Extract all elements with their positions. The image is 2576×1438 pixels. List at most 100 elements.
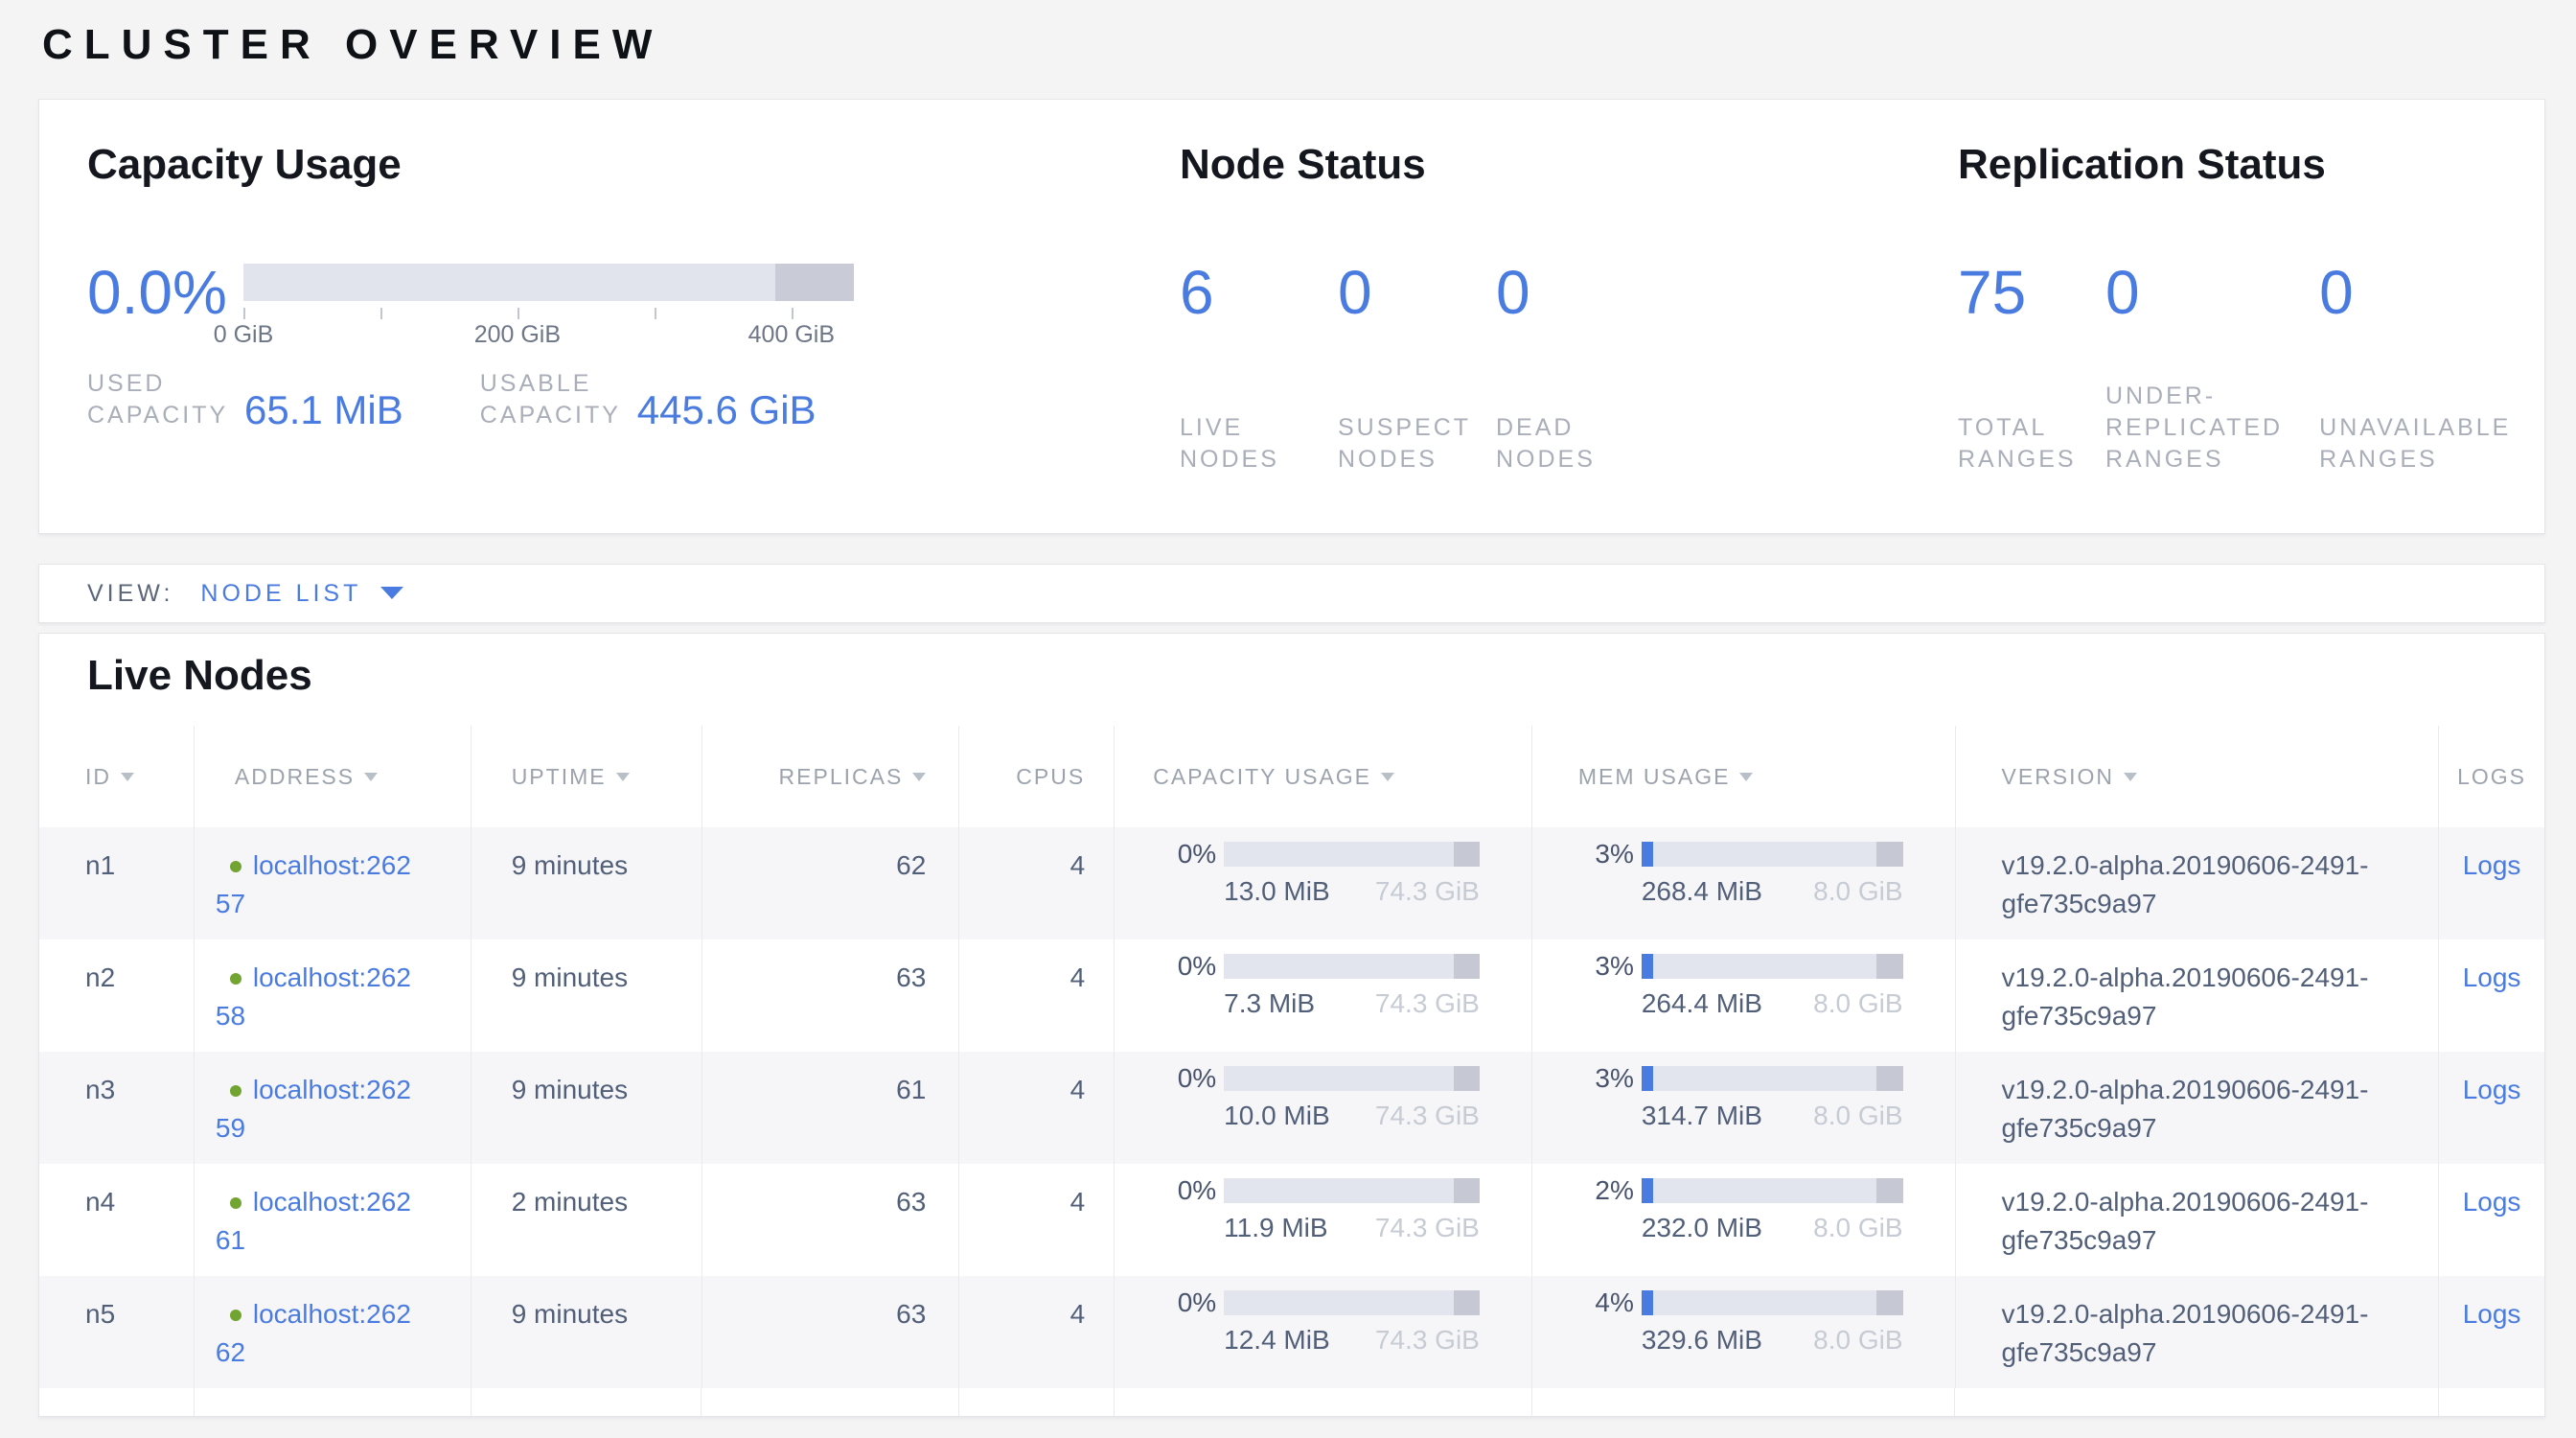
node-address-link[interactable]: localhost:26258 (216, 963, 411, 1031)
cell-uptime: 2 minutes (471, 1164, 702, 1276)
node-status-stats: 6LIVE NODES0SUSPECT NODES0DEAD NODES (1180, 261, 1793, 475)
version-text: v19.2.0-alpha.20190606-2491-gfe735c9a97 (2002, 1071, 2410, 1148)
live-status-dot-icon (230, 1310, 242, 1321)
sort-arrow-icon (2124, 773, 2137, 781)
column-header-label: MEM USAGE (1578, 764, 1731, 790)
logs-link[interactable]: Logs (2463, 1075, 2521, 1104)
table-cell-empty (194, 1388, 471, 1417)
usage-used-value: 232.0 MiB (1642, 1212, 1762, 1244)
node-status-stat: 0SUSPECT NODES (1338, 261, 1496, 475)
capacity-usage-section: Capacity Usage 0.0% 0 GiB200 GiB400 GiB … (87, 142, 1151, 431)
cell-address: localhost:26262 (194, 1276, 471, 1388)
sort-arrow-icon (1739, 773, 1753, 781)
table-cell-empty (471, 1388, 702, 1417)
column-header-uptime[interactable]: UPTIME (471, 726, 702, 827)
node-address-link[interactable]: localhost:26257 (216, 850, 411, 918)
usage-bar (1224, 1066, 1480, 1091)
node-status-stat: 0DEAD NODES (1496, 261, 1707, 475)
usage-used-value: 329.6 MiB (1642, 1324, 1762, 1357)
view-dropdown[interactable]: NODE LIST (200, 580, 403, 608)
cell-uptime: 9 minutes (471, 1052, 702, 1164)
column-header-capacity-usage[interactable]: CAPACITY USAGE (1114, 726, 1531, 827)
column-header-logs: LOGS (2438, 726, 2544, 827)
logs-link[interactable]: Logs (2463, 1187, 2521, 1217)
cell-mem-usage: 4%329.6 MiB8.0 GiB (1531, 1276, 1955, 1388)
usage-percent: 2% (1576, 1177, 1634, 1204)
usage-bar-endcap (1454, 1066, 1480, 1091)
cell-cpus: 4 (958, 939, 1114, 1052)
node-address-link[interactable]: localhost:26262 (216, 1299, 411, 1367)
column-header-version[interactable]: VERSION (1955, 726, 2439, 827)
usage-total-value: 8.0 GiB (1813, 875, 1902, 908)
cell-capacity-usage: 0%7.3 MiB74.3 GiB (1114, 939, 1531, 1052)
live-status-dot-icon (230, 1197, 242, 1209)
usage-bar (1224, 1178, 1480, 1203)
column-header-label: CPUS (1016, 764, 1085, 790)
cell-logs: Logs (2438, 1164, 2544, 1276)
axis-tick (243, 308, 245, 319)
node-address-link[interactable]: localhost:26261 (216, 1187, 411, 1255)
axis-tick (518, 308, 519, 319)
table-cell-empty (701, 1388, 958, 1417)
cell-replicas: 63 (702, 1164, 959, 1276)
column-header-mem-usage[interactable]: MEM USAGE (1531, 726, 1955, 827)
capacity-usage-bar: 0 GiB200 GiB400 GiB (243, 264, 854, 341)
sort-arrow-icon (912, 773, 926, 781)
capacity-details: USED CAPACITY 65.1 MiB USABLE CAPACITY 4… (87, 368, 1151, 431)
replication-stat-label: UNDER-REPLICATED RANGES (2105, 381, 2312, 475)
capacity-bar-endcap (775, 264, 854, 301)
table-cell-empty (2438, 1388, 2544, 1417)
used-capacity-label: USED CAPACITY (87, 368, 231, 431)
cell-uptime: 9 minutes (471, 827, 702, 939)
usage-percent: 0% (1159, 841, 1216, 868)
column-header-label: ID (85, 764, 111, 790)
axis-tick (792, 308, 794, 319)
replication-stat-value: 75 (1958, 261, 2105, 324)
usage-total-value: 74.3 GiB (1375, 1324, 1480, 1357)
cell-cpus: 4 (958, 827, 1114, 939)
table-cell-empty (1114, 1388, 1531, 1417)
usage-percent: 0% (1159, 953, 1216, 980)
usage-bar (1642, 954, 1903, 979)
usage-percent: 0% (1159, 1289, 1216, 1316)
cell-node-id: n1 (39, 827, 194, 939)
column-header-replicas[interactable]: REPLICAS (702, 726, 959, 827)
cell-logs: Logs (2438, 939, 2544, 1052)
table-body: n1localhost:262579 minutes6240%13.0 MiB7… (39, 827, 2544, 1388)
node-status-stat-value: 0 (1496, 261, 1707, 324)
cell-version: v19.2.0-alpha.20190606-2491-gfe735c9a97 (1955, 1052, 2439, 1164)
logs-link[interactable]: Logs (2463, 850, 2521, 880)
table-cell-empty (958, 1388, 1114, 1417)
version-text: v19.2.0-alpha.20190606-2491-gfe735c9a97 (2002, 959, 2410, 1035)
column-header-address[interactable]: ADDRESS (194, 726, 471, 827)
usage-bar-fill (1642, 954, 1653, 979)
usage-total-value: 8.0 GiB (1813, 1212, 1902, 1244)
cell-node-id: n2 (39, 939, 194, 1052)
live-nodes-title: Live Nodes (87, 653, 2544, 699)
axis-tick (655, 308, 656, 319)
logs-link[interactable]: Logs (2463, 1299, 2521, 1329)
table-row: n3localhost:262599 minutes6140%10.0 MiB7… (39, 1052, 2544, 1164)
usage-total-value: 74.3 GiB (1375, 875, 1480, 908)
capacity-usage-title: Capacity Usage (87, 142, 1151, 188)
usage-used-value: 11.9 MiB (1224, 1212, 1327, 1244)
cell-replicas: 62 (702, 827, 959, 939)
version-text: v19.2.0-alpha.20190606-2491-gfe735c9a97 (2002, 847, 2410, 923)
usage-bar-endcap (1454, 1290, 1480, 1315)
cell-address: localhost:26258 (194, 939, 471, 1052)
node-status-stat-label: LIVE NODES (1180, 412, 1304, 475)
logs-link[interactable]: Logs (2463, 963, 2521, 992)
live-nodes-card: Live Nodes ID ADDRESSUPTIMEREPLICAS CPUS CA… (38, 633, 2545, 1417)
cell-replicas: 63 (702, 939, 959, 1052)
usage-total-value: 74.3 GiB (1375, 987, 1480, 1020)
usage-bar-endcap (1876, 1290, 1902, 1315)
node-address-link[interactable]: localhost:26259 (216, 1075, 411, 1143)
node-status-stat: 6LIVE NODES (1180, 261, 1338, 475)
cell-logs: Logs (2438, 1052, 2544, 1164)
used-capacity-value: 65.1 MiB (244, 389, 403, 431)
column-header-label: CAPACITY USAGE (1153, 764, 1371, 790)
table-header-row: ID ADDRESSUPTIMEREPLICAS CPUS CAPACITY USAG… (39, 726, 2544, 827)
node-status-stat-value: 0 (1338, 261, 1496, 324)
capacity-percent-value: 0.0% (87, 261, 243, 324)
column-header-id[interactable]: ID (39, 726, 194, 827)
